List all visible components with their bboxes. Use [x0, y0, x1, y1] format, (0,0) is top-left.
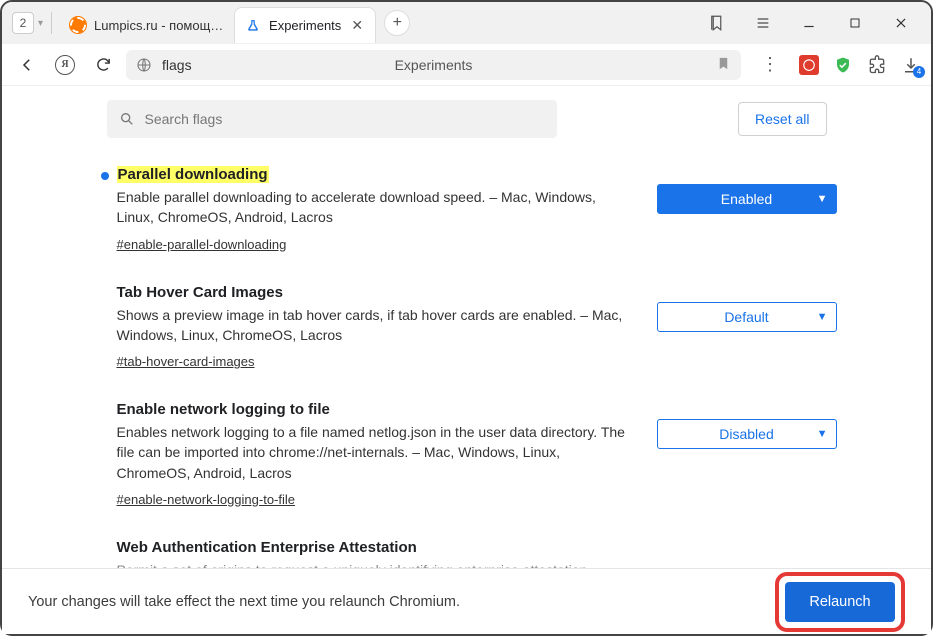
flag-parallel-downloading: Parallel downloading Enable parallel dow… [117, 152, 837, 270]
downloads-badge: 4 [913, 66, 925, 78]
search-icon [119, 111, 135, 127]
tab-count-badge[interactable]: 2 [12, 12, 34, 34]
back-button[interactable] [12, 50, 42, 80]
experiments-page: Search flags Reset all Parallel download… [2, 86, 931, 568]
highlight-annotation: Relaunch [775, 572, 905, 632]
flags-list: Parallel downloading Enable parallel dow… [97, 152, 837, 568]
tab-title: Experiments [269, 18, 341, 33]
downloads-button[interactable]: 4 [901, 55, 921, 75]
flag-state-dropdown[interactable]: Default ▼ [657, 302, 837, 332]
url-text: flags [162, 57, 192, 73]
address-bar: Я flags Experiments ⋮ ◯ [2, 44, 931, 86]
new-tab-button[interactable]: + [384, 10, 410, 36]
window-minimize-button[interactable] [795, 9, 823, 37]
window-maximize-button[interactable] [841, 9, 869, 37]
tab-bar: 2 ▾ Lumpics.ru - помощь с ко Experiments… [2, 2, 931, 44]
dropdown-label: Default [724, 309, 768, 325]
adblock-extension-icon[interactable]: ◯ [799, 55, 819, 75]
tab-title: Lumpics.ru - помощь с ко [94, 18, 224, 33]
content-area: Search flags Reset all Parallel download… [2, 86, 931, 568]
tab-experiments[interactable]: Experiments ✕ [234, 7, 376, 43]
site-info-icon[interactable] [136, 57, 152, 73]
page-title-center: Experiments [395, 57, 473, 73]
lumpics-favicon-icon [70, 17, 86, 33]
flag-description: Enables network logging to a file named … [117, 422, 637, 483]
bookmark-icon[interactable] [716, 56, 731, 74]
more-menu-button[interactable]: ⋮ [755, 50, 785, 80]
chevron-down-icon: ▼ [817, 428, 828, 440]
flag-title: Parallel downloading [117, 166, 637, 183]
search-placeholder: Search flags [145, 111, 223, 127]
chevron-down-icon[interactable]: ▾ [38, 18, 43, 29]
relaunch-button[interactable]: Relaunch [785, 582, 895, 622]
flags-header: Search flags Reset all [107, 86, 827, 152]
flag-title: Tab Hover Card Images [117, 284, 637, 301]
window-close-button[interactable] [887, 9, 915, 37]
browser-window: 2 ▾ Lumpics.ru - помощь с ко Experiments… [0, 0, 933, 636]
search-flags-input[interactable]: Search flags [107, 100, 557, 138]
reload-button[interactable] [88, 50, 118, 80]
relaunch-footer: Your changes will take effect the next t… [2, 568, 931, 634]
protect-shield-icon[interactable] [833, 55, 853, 75]
flag-description: Permit a set of origins to request a uni… [117, 560, 637, 568]
separator [51, 12, 52, 34]
yandex-icon: Я [55, 55, 75, 75]
bookmarks-all-icon[interactable] [703, 9, 731, 37]
plus-icon: + [393, 14, 402, 32]
chevron-down-icon: ▼ [817, 193, 828, 205]
flag-anchor-link[interactable]: #enable-parallel-downloading [117, 237, 287, 252]
relaunch-message: Your changes will take effect the next t… [28, 594, 460, 610]
flag-anchor-link[interactable]: #enable-network-logging-to-file [117, 492, 296, 507]
flag-enable-network-logging-to-file: Enable network logging to file Enables n… [117, 387, 837, 525]
flag-title: Web Authentication Enterprise Attestatio… [117, 539, 637, 556]
flag-tab-hover-card-images: Tab Hover Card Images Shows a preview im… [117, 270, 837, 388]
omnibox[interactable]: flags Experiments [126, 50, 741, 80]
close-icon[interactable]: ✕ [349, 17, 365, 34]
flag-description: Enable parallel downloading to accelerat… [117, 187, 637, 228]
flask-icon [245, 18, 261, 34]
flag-description: Shows a preview image in tab hover cards… [117, 305, 637, 346]
reset-all-button[interactable]: Reset all [738, 102, 826, 136]
flag-title: Enable network logging to file [117, 401, 637, 418]
home-button[interactable]: Я [50, 50, 80, 80]
toolbar-right: ⋮ ◯ 4 [749, 50, 921, 80]
flag-anchor-link[interactable]: #tab-hover-card-images [117, 354, 255, 369]
dropdown-label: Disabled [719, 426, 773, 442]
flag-state-dropdown[interactable]: Enabled ▼ [657, 184, 837, 214]
chevron-down-icon: ▼ [817, 311, 828, 323]
tab-lumpics[interactable]: Lumpics.ru - помощь с ко [60, 7, 234, 43]
flag-web-authn-enterprise-attestation: Web Authentication Enterprise Attestatio… [117, 525, 837, 568]
dropdown-label: Enabled [721, 191, 772, 207]
extensions-button[interactable] [867, 55, 887, 75]
menu-icon[interactable] [749, 9, 777, 37]
flag-state-dropdown[interactable]: Disabled ▼ [657, 419, 837, 449]
